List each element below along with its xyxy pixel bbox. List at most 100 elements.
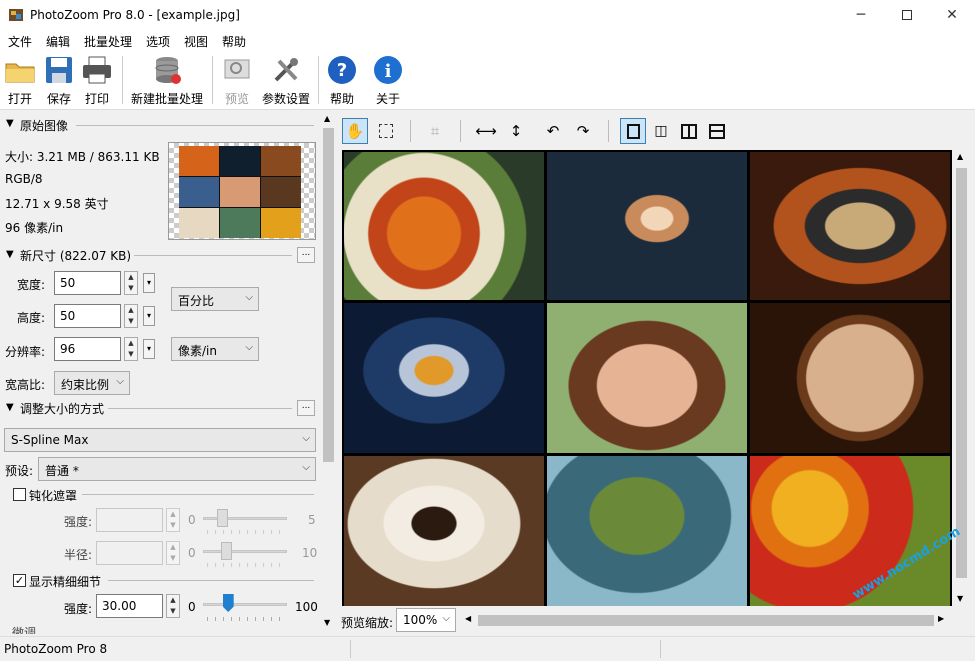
collapse-icon[interactable]: ▼	[6, 402, 14, 413]
width-dropdown[interactable]: ▾	[143, 273, 155, 293]
app-icon	[8, 7, 24, 23]
open-button[interactable]: 打开	[3, 54, 37, 108]
resize-method-select[interactable]: S-Spline Max ⌵	[4, 428, 316, 452]
unsharp-radius-min: 0	[188, 546, 196, 560]
chevron-down-icon[interactable]: ▼	[324, 618, 330, 627]
zoom-value: 100%	[403, 613, 438, 627]
toolbar-separator	[212, 56, 213, 104]
print-label: 打印	[84, 92, 109, 106]
unsharp-strength-label: 强度:	[64, 515, 93, 529]
panel-scrollbar[interactable]: ▲ ▼	[320, 112, 337, 634]
unsharp-checkbox[interactable]	[13, 488, 26, 501]
unsharp-strength-input[interactable]	[96, 508, 163, 532]
menu-batch[interactable]: 批量处理	[84, 33, 132, 50]
fine-detail-slider[interactable]	[203, 603, 287, 606]
menu-view[interactable]: 视图	[184, 33, 208, 50]
about-button[interactable]: i 关于	[371, 54, 405, 108]
resolution-dropdown[interactable]: ▾	[143, 339, 155, 359]
save-label: 保存	[46, 92, 71, 106]
menu-file[interactable]: 文件	[8, 33, 32, 50]
preview-label: 预览	[224, 92, 249, 106]
unsharp-strength-slider[interactable]	[203, 517, 287, 520]
hand-tool-button[interactable]: ✋	[342, 118, 368, 144]
hand-icon: ✋	[345, 122, 365, 140]
chevron-up-icon[interactable]: ▲	[957, 152, 963, 161]
top-bottom-button[interactable]	[704, 118, 730, 144]
close-button[interactable]: ✕	[929, 0, 975, 30]
preview-hscrollbar[interactable]: ◀ ▶	[462, 612, 950, 629]
preset-value: 普通 *	[45, 464, 79, 478]
vertical-arrows-icon: ↕	[509, 122, 523, 140]
unsharp-strength-spinner[interactable]: ▲ ▼	[166, 508, 180, 532]
divider	[108, 408, 292, 409]
scrollbar-thumb[interactable]	[323, 128, 334, 462]
preset-label: 预设:	[5, 464, 34, 478]
size-unit-select[interactable]: 百分比 ⌵	[171, 287, 259, 311]
unsharp-radius-slider[interactable]	[203, 550, 287, 553]
preset-select[interactable]: 普通 * ⌵	[38, 457, 316, 481]
settings-button[interactable]: 参数设置	[260, 54, 312, 108]
new-size-more-button[interactable]: ...	[297, 247, 315, 263]
new-batch-button[interactable]: 新建批量处理	[128, 54, 206, 108]
chevron-left-icon[interactable]: ◀	[465, 614, 471, 623]
scrollbar-thumb[interactable]	[478, 615, 934, 626]
print-button[interactable]: 打印	[80, 54, 114, 108]
chevron-down-icon: ⌵	[442, 613, 450, 624]
settings-label: 参数设置	[261, 92, 310, 106]
resolution-unit-select[interactable]: 像素/in ⌵	[171, 337, 259, 361]
width-spinner[interactable]: ▲ ▼	[124, 271, 138, 295]
unsharp-radius-label: 半径:	[64, 548, 93, 562]
crop-button[interactable]: ⌗	[422, 118, 448, 144]
select-tool-button[interactable]	[373, 118, 399, 144]
toolbar-separator	[608, 120, 609, 142]
side-by-side-button[interactable]	[676, 118, 702, 144]
fine-detail-strength-spinner[interactable]: ▲ ▼	[166, 594, 180, 618]
resize-more-button[interactable]: ...	[297, 400, 315, 416]
height-dropdown[interactable]: ▾	[143, 306, 155, 326]
tune-label: 微调	[12, 626, 37, 634]
slider-thumb[interactable]	[222, 594, 234, 612]
toolbar-separator	[410, 120, 411, 142]
chevron-down-icon[interactable]: ▼	[957, 594, 963, 603]
save-button[interactable]: 保存	[42, 54, 76, 108]
menu-help[interactable]: 帮助	[222, 33, 246, 50]
original-resolution: 96 像素/in	[5, 221, 64, 235]
chevron-up-icon[interactable]: ▲	[324, 114, 330, 123]
resolution-input[interactable]: 96	[54, 337, 121, 361]
menu-options[interactable]: 选项	[146, 33, 170, 50]
chevron-right-icon[interactable]: ▶	[938, 614, 944, 623]
info-icon: i	[371, 54, 405, 86]
height-spinner[interactable]: ▲ ▼	[124, 304, 138, 328]
collapse-icon[interactable]: ▼	[6, 249, 14, 260]
unsharp-strength-max: 5	[308, 513, 316, 527]
unsharp-radius-input[interactable]	[96, 541, 163, 565]
minimize-button[interactable]: ─	[838, 0, 884, 30]
fine-detail-checkbox[interactable]: ✓	[13, 574, 26, 587]
top-bottom-icon	[709, 123, 725, 139]
split-view-button[interactable]: ◫	[648, 118, 674, 144]
rotate-left-button[interactable]: ↶	[540, 118, 566, 144]
preview-button[interactable]: 预览	[220, 54, 254, 108]
slider-thumb[interactable]	[217, 509, 228, 527]
collapse-icon[interactable]: ▼	[6, 118, 14, 129]
printer-icon	[80, 54, 114, 86]
preview-image[interactable]	[342, 150, 952, 606]
resolution-spinner[interactable]: ▲ ▼	[124, 337, 138, 361]
fine-detail-min: 0	[188, 600, 196, 614]
flip-vertical-button[interactable]: ↕	[503, 118, 529, 144]
menu-edit[interactable]: 编辑	[46, 33, 70, 50]
slider-thumb[interactable]	[221, 542, 232, 560]
resolution-unit-value: 像素/in	[178, 344, 217, 358]
unsharp-radius-spinner[interactable]: ▲ ▼	[166, 541, 180, 565]
help-button[interactable]: ? 帮助	[325, 54, 359, 108]
single-view-button[interactable]	[620, 118, 646, 144]
fine-detail-strength-input[interactable]: 30.00	[96, 594, 163, 618]
scrollbar-thumb[interactable]	[956, 168, 967, 578]
maximize-button[interactable]	[884, 0, 930, 30]
rotate-right-button[interactable]: ↷	[570, 118, 596, 144]
width-input[interactable]: 50	[54, 271, 121, 295]
aspect-select[interactable]: 约束比例 ⌵	[54, 371, 130, 395]
flip-horizontal-button[interactable]: ⟷	[473, 118, 499, 144]
height-input[interactable]: 50	[54, 304, 121, 328]
zoom-select[interactable]: 100% ⌵	[396, 608, 456, 632]
